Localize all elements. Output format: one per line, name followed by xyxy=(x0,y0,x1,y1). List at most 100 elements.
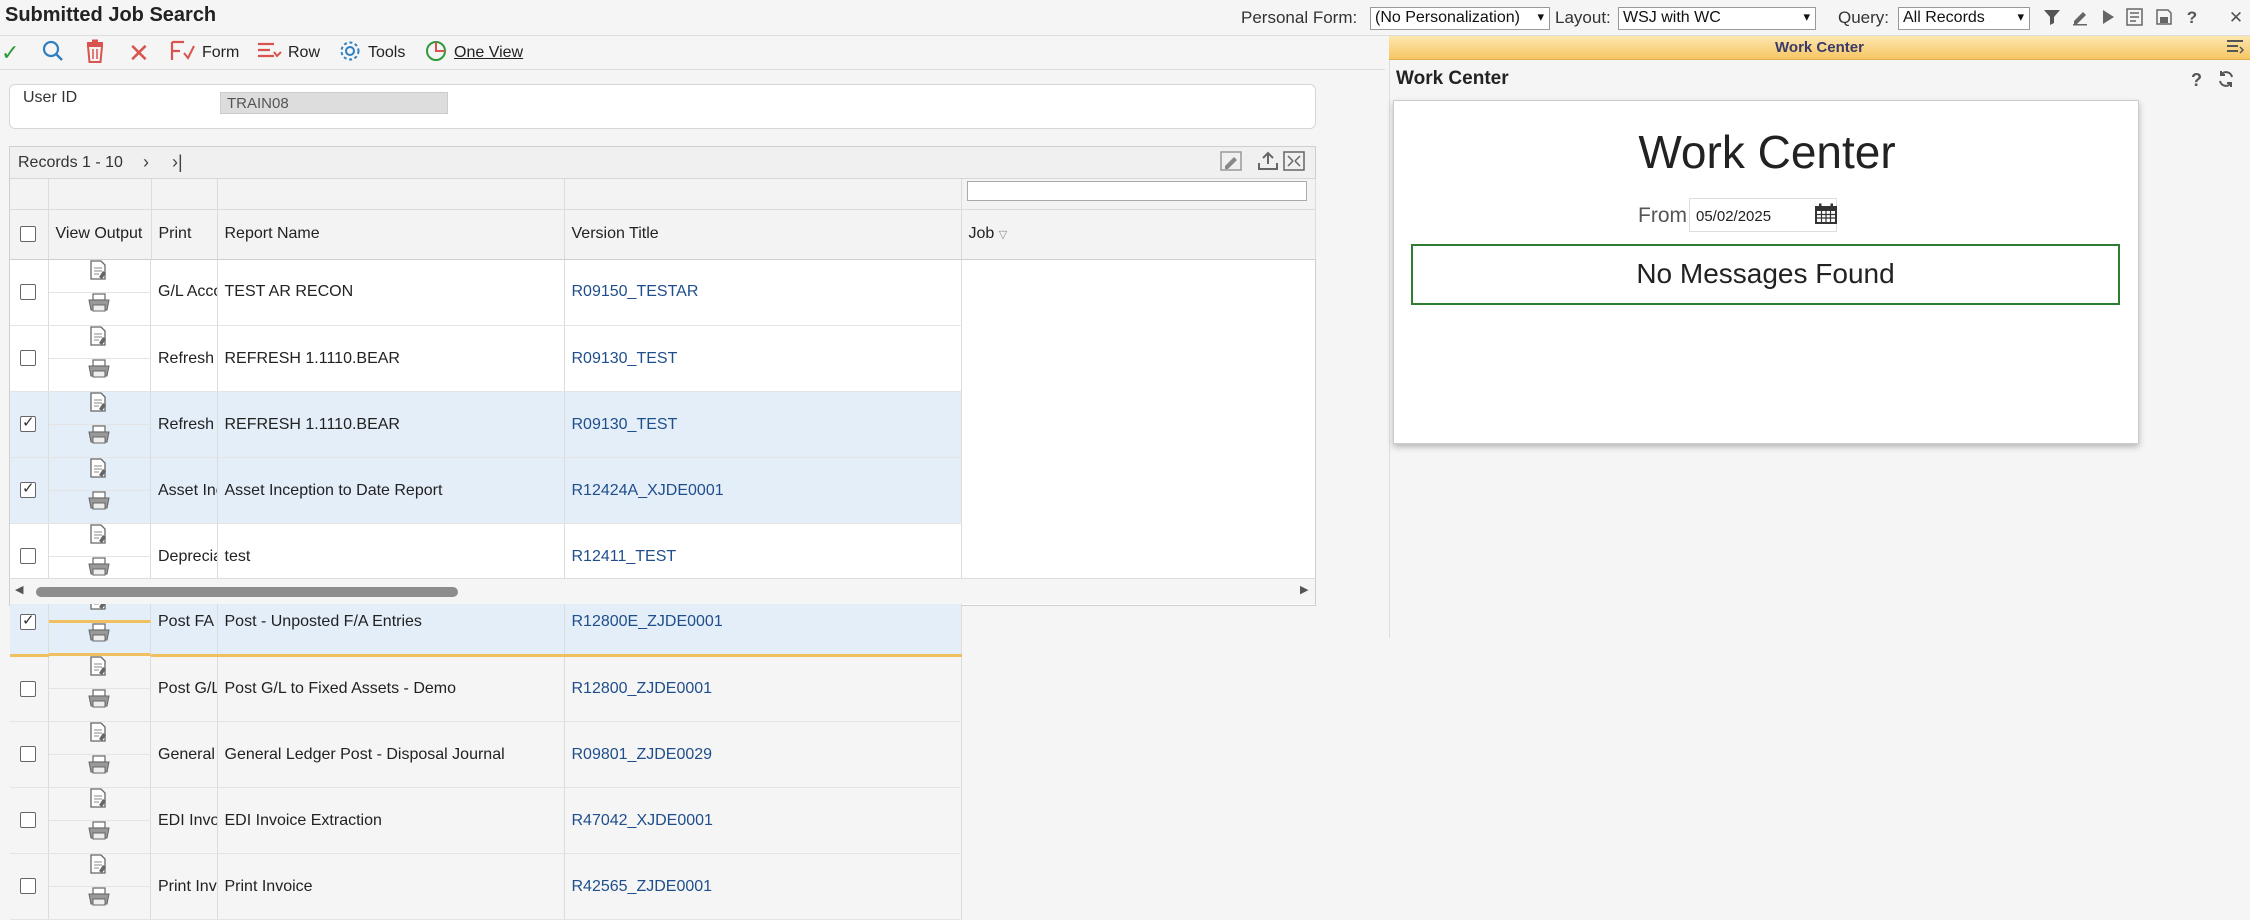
select-all-checkbox[interactable] xyxy=(10,209,49,260)
view-output-icon[interactable] xyxy=(48,523,151,557)
view-output-icon[interactable] xyxy=(48,259,151,293)
trash-icon xyxy=(84,39,106,68)
user-id-field: TRAIN08 xyxy=(220,92,448,114)
report-name-cell: Refresh Reconciliation File xyxy=(151,391,218,458)
row-checkbox[interactable] xyxy=(10,457,49,524)
column-header-view-output[interactable]: View Output xyxy=(48,209,152,260)
personal-form-select[interactable]: (No Personalization) ▾ xyxy=(1370,7,1550,30)
export-icon[interactable] xyxy=(1255,151,1281,175)
play-icon[interactable] xyxy=(2098,8,2118,28)
row-checkbox[interactable] xyxy=(10,787,49,854)
form-menu-button[interactable]: Form xyxy=(170,40,239,66)
table-row[interactable]: G/L Account ReconciliationTEST AR RECONR… xyxy=(10,259,1315,326)
filter-icon[interactable] xyxy=(2042,8,2062,28)
close-x-icon: ✕ xyxy=(128,38,150,68)
find-button[interactable] xyxy=(41,40,65,66)
table-row[interactable]: EDI Invoice ExtractionEDI Invoice Extrac… xyxy=(10,787,1315,854)
column-header-version-title[interactable]: Version Title xyxy=(564,209,962,260)
job-link[interactable]: R47042_XJDE0001 xyxy=(564,787,962,854)
gear-icon xyxy=(338,39,362,68)
work-center-title: Work Center xyxy=(1396,68,1509,89)
ok-button[interactable]: ✓ xyxy=(1,40,19,66)
row-checkbox[interactable] xyxy=(10,721,49,788)
row-checkbox[interactable] xyxy=(10,853,49,920)
job-link[interactable]: R12424A_XJDE0001 xyxy=(564,457,962,524)
view-output-icon[interactable] xyxy=(48,325,151,359)
table-row[interactable]: Post G/L Entries to AssetsPost G/L to Fi… xyxy=(10,655,1315,722)
column-header-job[interactable]: Job ▽ xyxy=(961,209,1316,260)
list-icon[interactable] xyxy=(2126,8,2146,28)
job-grid: Records 1 - 10 › ›| View Output Print Re… xyxy=(9,146,1316,920)
print-icon[interactable] xyxy=(48,424,151,458)
row-checkbox[interactable] xyxy=(10,259,49,326)
tools-menu-button[interactable]: Tools xyxy=(338,40,405,66)
row-checkbox[interactable] xyxy=(10,391,49,458)
view-output-icon[interactable] xyxy=(48,787,151,821)
pencil-icon[interactable] xyxy=(2070,8,2090,28)
report-name-cell: Print Invoices xyxy=(151,853,218,920)
print-icon[interactable] xyxy=(48,754,151,788)
view-output-icon[interactable] xyxy=(48,721,151,755)
print-icon[interactable] xyxy=(48,358,151,392)
save-icon[interactable] xyxy=(2154,8,2174,28)
grid-edit-icon[interactable] xyxy=(1218,151,1244,175)
print-icon[interactable] xyxy=(48,886,151,920)
one-view-button[interactable]: One View xyxy=(424,40,523,66)
work-center-strip-title: Work Center xyxy=(1775,39,1864,56)
print-icon[interactable] xyxy=(48,688,151,722)
grid-toolbar: Records 1 - 10 › ›| xyxy=(10,147,1315,179)
print-icon[interactable] xyxy=(48,490,151,524)
table-row[interactable]: General Ledger PostGeneral Ledger Post -… xyxy=(10,721,1315,788)
delete-button[interactable] xyxy=(84,39,106,68)
table-row[interactable]: Refresh Reconciliation FileREFRESH 1.111… xyxy=(10,391,1315,458)
column-header-print[interactable]: Print xyxy=(151,209,218,260)
no-messages-text: No Messages Found xyxy=(1636,258,1895,289)
version-title-cell: General Ledger Post - Disposal Journal xyxy=(217,721,565,788)
print-icon[interactable] xyxy=(48,820,151,854)
next-page-icon[interactable]: › xyxy=(143,152,149,173)
column-header-report-name[interactable]: Report Name xyxy=(217,209,565,260)
row-checkbox[interactable] xyxy=(10,655,49,722)
table-row[interactable]: Print InvoicesPrint InvoiceR42565_ZJDE00… xyxy=(10,853,1315,920)
view-output-icon[interactable] xyxy=(48,853,151,887)
close-icon[interactable]: ✕ xyxy=(2224,8,2248,28)
report-name-cell: G/L Account Reconciliation xyxy=(151,259,218,326)
horizontal-scrollbar[interactable]: ◀ ▶ xyxy=(10,578,1315,604)
form-icon xyxy=(170,40,196,67)
view-output-icon[interactable] xyxy=(48,655,151,689)
print-icon[interactable] xyxy=(48,292,151,326)
version-title-cell: Asset Inception to Date Report xyxy=(217,457,565,524)
job-table: View Output Print Report Name Version Ti… xyxy=(10,179,1316,920)
chevron-down-icon: ▾ xyxy=(1537,9,1544,24)
personal-form-value: (No Personalization) xyxy=(1375,9,1520,26)
job-filter-input[interactable] xyxy=(966,181,1307,202)
scroll-left-icon[interactable]: ◀ xyxy=(15,583,23,596)
job-link[interactable]: R12800_ZJDE0001 xyxy=(564,655,962,722)
table-row[interactable]: Asset Inception to Date Balances ReportA… xyxy=(10,457,1315,524)
job-link[interactable]: R09130_TEST xyxy=(564,391,962,458)
table-row[interactable]: Refresh Reconciliation FileREFRESH 1.111… xyxy=(10,325,1315,392)
help-icon[interactable]: ? xyxy=(2191,70,2202,91)
job-link[interactable]: R09150_TESTAR xyxy=(564,259,962,326)
refresh-icon[interactable] xyxy=(2217,70,2235,93)
expand-grid-icon[interactable] xyxy=(1281,151,1307,175)
work-center-strip[interactable]: Work Center xyxy=(1389,36,2250,60)
query-select[interactable]: All Records ▾ xyxy=(1898,7,2030,30)
help-icon[interactable]: ? xyxy=(2182,8,2202,28)
job-link[interactable]: R09130_TEST xyxy=(564,325,962,392)
print-icon[interactable] xyxy=(48,622,151,656)
scroll-right-icon[interactable]: ▶ xyxy=(1300,583,1308,596)
layout-select[interactable]: WSJ with WC ▾ xyxy=(1618,7,1816,30)
row-menu-button[interactable]: Row xyxy=(256,40,320,66)
job-link[interactable]: R42565_ZJDE0001 xyxy=(564,853,962,920)
scrollbar-thumb[interactable] xyxy=(36,587,458,597)
version-title-cell: Post G/L to Fixed Assets - Demo xyxy=(217,655,565,722)
last-page-icon[interactable]: ›| xyxy=(172,152,183,173)
job-link[interactable]: R09801_ZJDE0029 xyxy=(564,721,962,788)
view-output-icon[interactable] xyxy=(48,391,151,425)
cancel-button[interactable]: ✕ xyxy=(128,40,150,66)
row-checkbox[interactable] xyxy=(10,325,49,392)
collapse-pane-icon[interactable] xyxy=(2226,38,2245,59)
view-output-icon[interactable] xyxy=(48,457,151,491)
calendar-icon[interactable] xyxy=(1814,203,1838,231)
